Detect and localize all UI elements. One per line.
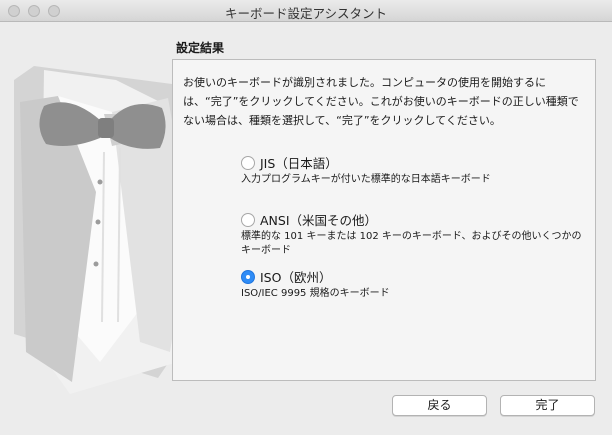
option-ansi-label: ANSI（米国その他）	[260, 213, 378, 228]
section-title: 設定結果	[176, 41, 225, 55]
window-title: キーボード設定アシスタント	[224, 6, 387, 21]
radio-ansi[interactable]	[241, 212, 255, 227]
option-jis[interactable]: JIS（日本語）	[241, 153, 338, 172]
option-ansi[interactable]: ANSI（米国その他）	[241, 210, 377, 229]
description-text: お使いのキーボードが識別されました。コンピュータの使用を開始するには、“完了”を…	[183, 76, 579, 127]
done-button[interactable]: 完了	[500, 395, 595, 416]
title-bar: キーボード設定アシスタント	[0, 0, 612, 22]
radio-jis[interactable]	[241, 155, 255, 170]
option-iso-description: ISO/IEC 9995 規格のキーボード	[241, 288, 390, 299]
option-ansi-description: 標準的な 101 キーまたは 102 キーのキーボード、およびその他いくつかのキ…	[241, 231, 582, 256]
back-button[interactable]: 戻る	[392, 395, 487, 416]
option-iso[interactable]: ISO（欧州）	[241, 267, 331, 286]
option-jis-description: 入力プログラムキーが付いた標準的な日本語キーボード	[241, 174, 491, 185]
option-jis-label: JIS（日本語）	[260, 156, 338, 171]
result-panel: お使いのキーボードが識別されました。コンピュータの使用を開始するには、“完了”を…	[172, 59, 596, 381]
radio-iso[interactable]	[241, 269, 255, 284]
option-iso-label: ISO（欧州）	[260, 270, 332, 285]
